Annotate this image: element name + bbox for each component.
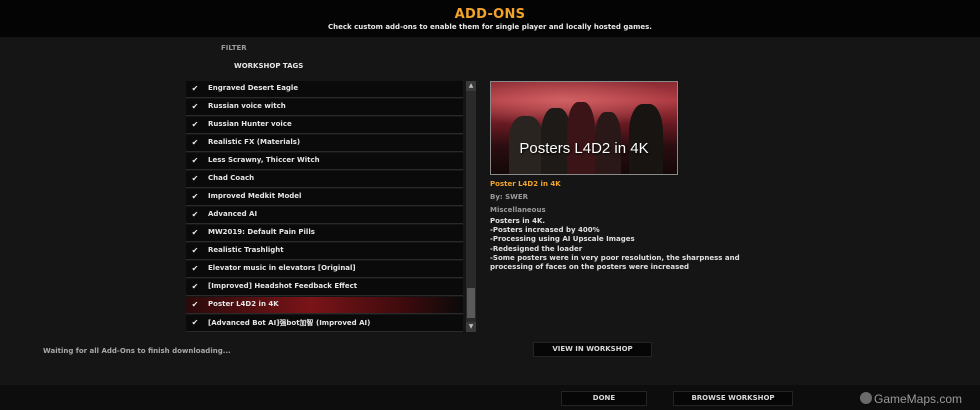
page-subtitle: Check custom add-ons to enable them for … [328, 23, 652, 31]
description-line: -Posters increased by 400% [490, 226, 600, 235]
addon-name: Poster L4D2 in 4K [208, 300, 279, 308]
addon-row[interactable]: ✔ [Advanced Bot AI]强bot加智 (Improved AI) [186, 315, 463, 332]
addon-preview-image: Posters L4D2 in 4K [490, 81, 678, 175]
description-line: Posters in 4K. [490, 217, 546, 225]
checkmark-icon[interactable]: ✔ [190, 101, 200, 113]
addon-name: MW2019: Default Pain Pills [208, 228, 315, 236]
addon-name: Less Scrawny, Thiccer Witch [208, 156, 320, 164]
scroll-up-icon[interactable]: ▲ [466, 81, 476, 91]
checkmark-icon[interactable]: ✔ [190, 227, 200, 239]
addon-row[interactable]: ✔ Advanced AI [186, 207, 463, 224]
download-status: Waiting for all Add-Ons to finish downlo… [43, 347, 231, 355]
checkmark-icon[interactable]: ✔ [190, 281, 200, 293]
preview-figure [629, 104, 663, 174]
addon-name: Improved Medkit Model [208, 192, 302, 200]
checkmark-icon[interactable]: ✔ [190, 263, 200, 275]
addon-name: Russian voice witch [208, 102, 286, 110]
watermark: GameMaps.com [860, 392, 962, 406]
view-in-workshop-button[interactable]: VIEW IN WORKSHOP [533, 342, 652, 357]
addon-name: Russian Hunter voice [208, 120, 292, 128]
gamemaps-logo-icon [860, 392, 872, 404]
addon-name: [Improved] Headshot Feedback Effect [208, 282, 358, 290]
addon-list-scrollbar[interactable]: ▲ ▼ [466, 81, 476, 332]
addon-row[interactable]: ✔ Elevator music in elevators [Original] [186, 261, 463, 278]
checkmark-icon[interactable]: ✔ [190, 245, 200, 257]
checkmark-icon[interactable]: ✔ [190, 155, 200, 167]
checkmark-icon[interactable]: ✔ [190, 173, 200, 185]
addon-detail-description: Posters in 4K. -Posters increased by 400… [490, 217, 750, 272]
description-line: -Some posters were in very poor resoluti… [490, 253, 740, 272]
checkmark-icon[interactable]: ✔ [190, 119, 200, 131]
checkmark-icon[interactable]: ✔ [190, 83, 200, 95]
addon-name: Realistic Trashlight [208, 246, 284, 254]
addon-row[interactable]: ✔ Chad Coach [186, 171, 463, 188]
scroll-down-icon[interactable]: ▼ [466, 322, 476, 332]
addon-row[interactable]: ✔ Less Scrawny, Thiccer Witch [186, 153, 463, 170]
addon-row[interactable]: ✔ Improved Medkit Model [186, 189, 463, 206]
addon-name: [Advanced Bot AI]强bot加智 (Improved AI) [208, 319, 371, 327]
addon-name: Advanced AI [208, 210, 258, 218]
addon-name: Engraved Desert Eagle [208, 84, 299, 92]
filter-label: FILTER [221, 44, 247, 52]
addon-list: ✔ Engraved Desert Eagle ✔ Russian voice … [186, 81, 463, 333]
checkmark-icon[interactable]: ✔ [190, 209, 200, 221]
checkmark-icon[interactable]: ✔ [190, 137, 200, 149]
addon-name: Realistic FX (Materials) [208, 138, 301, 146]
addon-name: Chad Coach [208, 174, 255, 182]
header-bar: ADD-ONS Check custom add-ons to enable t… [0, 0, 980, 37]
description-line: -Redesigned the loader [490, 244, 583, 253]
checkmark-icon[interactable]: ✔ [190, 299, 200, 311]
addon-row[interactable]: ✔ MW2019: Default Pain Pills [186, 225, 463, 242]
page-title: ADD-ONS [454, 7, 526, 22]
addon-name: Elevator music in elevators [Original] [208, 264, 356, 272]
browse-workshop-button[interactable]: BROWSE WORKSHOP [673, 391, 793, 406]
checkmark-icon[interactable]: ✔ [190, 191, 200, 203]
addon-detail-category: Miscellaneous [490, 206, 546, 214]
preview-figure [567, 102, 595, 174]
scroll-thumb[interactable] [467, 288, 475, 318]
addon-detail-author: By: SWER [490, 193, 529, 201]
description-line: -Processing using AI Upscale Images [490, 235, 635, 244]
checkmark-icon[interactable]: ✔ [190, 317, 200, 329]
addon-row[interactable]: ✔ Russian Hunter voice [186, 117, 463, 134]
done-button[interactable]: DONE [561, 391, 647, 406]
addon-row[interactable]: ✔ Realistic Trashlight [186, 243, 463, 260]
workshop-tags-dropdown[interactable]: WORKSHOP TAGS [234, 62, 303, 70]
addon-row-selected[interactable]: ✔ Poster L4D2 in 4K [186, 297, 463, 314]
addon-row[interactable]: ✔ Russian voice witch [186, 99, 463, 116]
addon-detail-title: Poster L4D2 in 4K [490, 180, 561, 188]
addon-row[interactable]: ✔ Realistic FX (Materials) [186, 135, 463, 152]
addon-row[interactable]: ✔ [Improved] Headshot Feedback Effect [186, 279, 463, 296]
preview-caption: Posters L4D2 in 4K [519, 140, 649, 157]
watermark-text: GameMaps.com [874, 392, 963, 406]
addon-row[interactable]: ✔ Engraved Desert Eagle [186, 81, 463, 98]
